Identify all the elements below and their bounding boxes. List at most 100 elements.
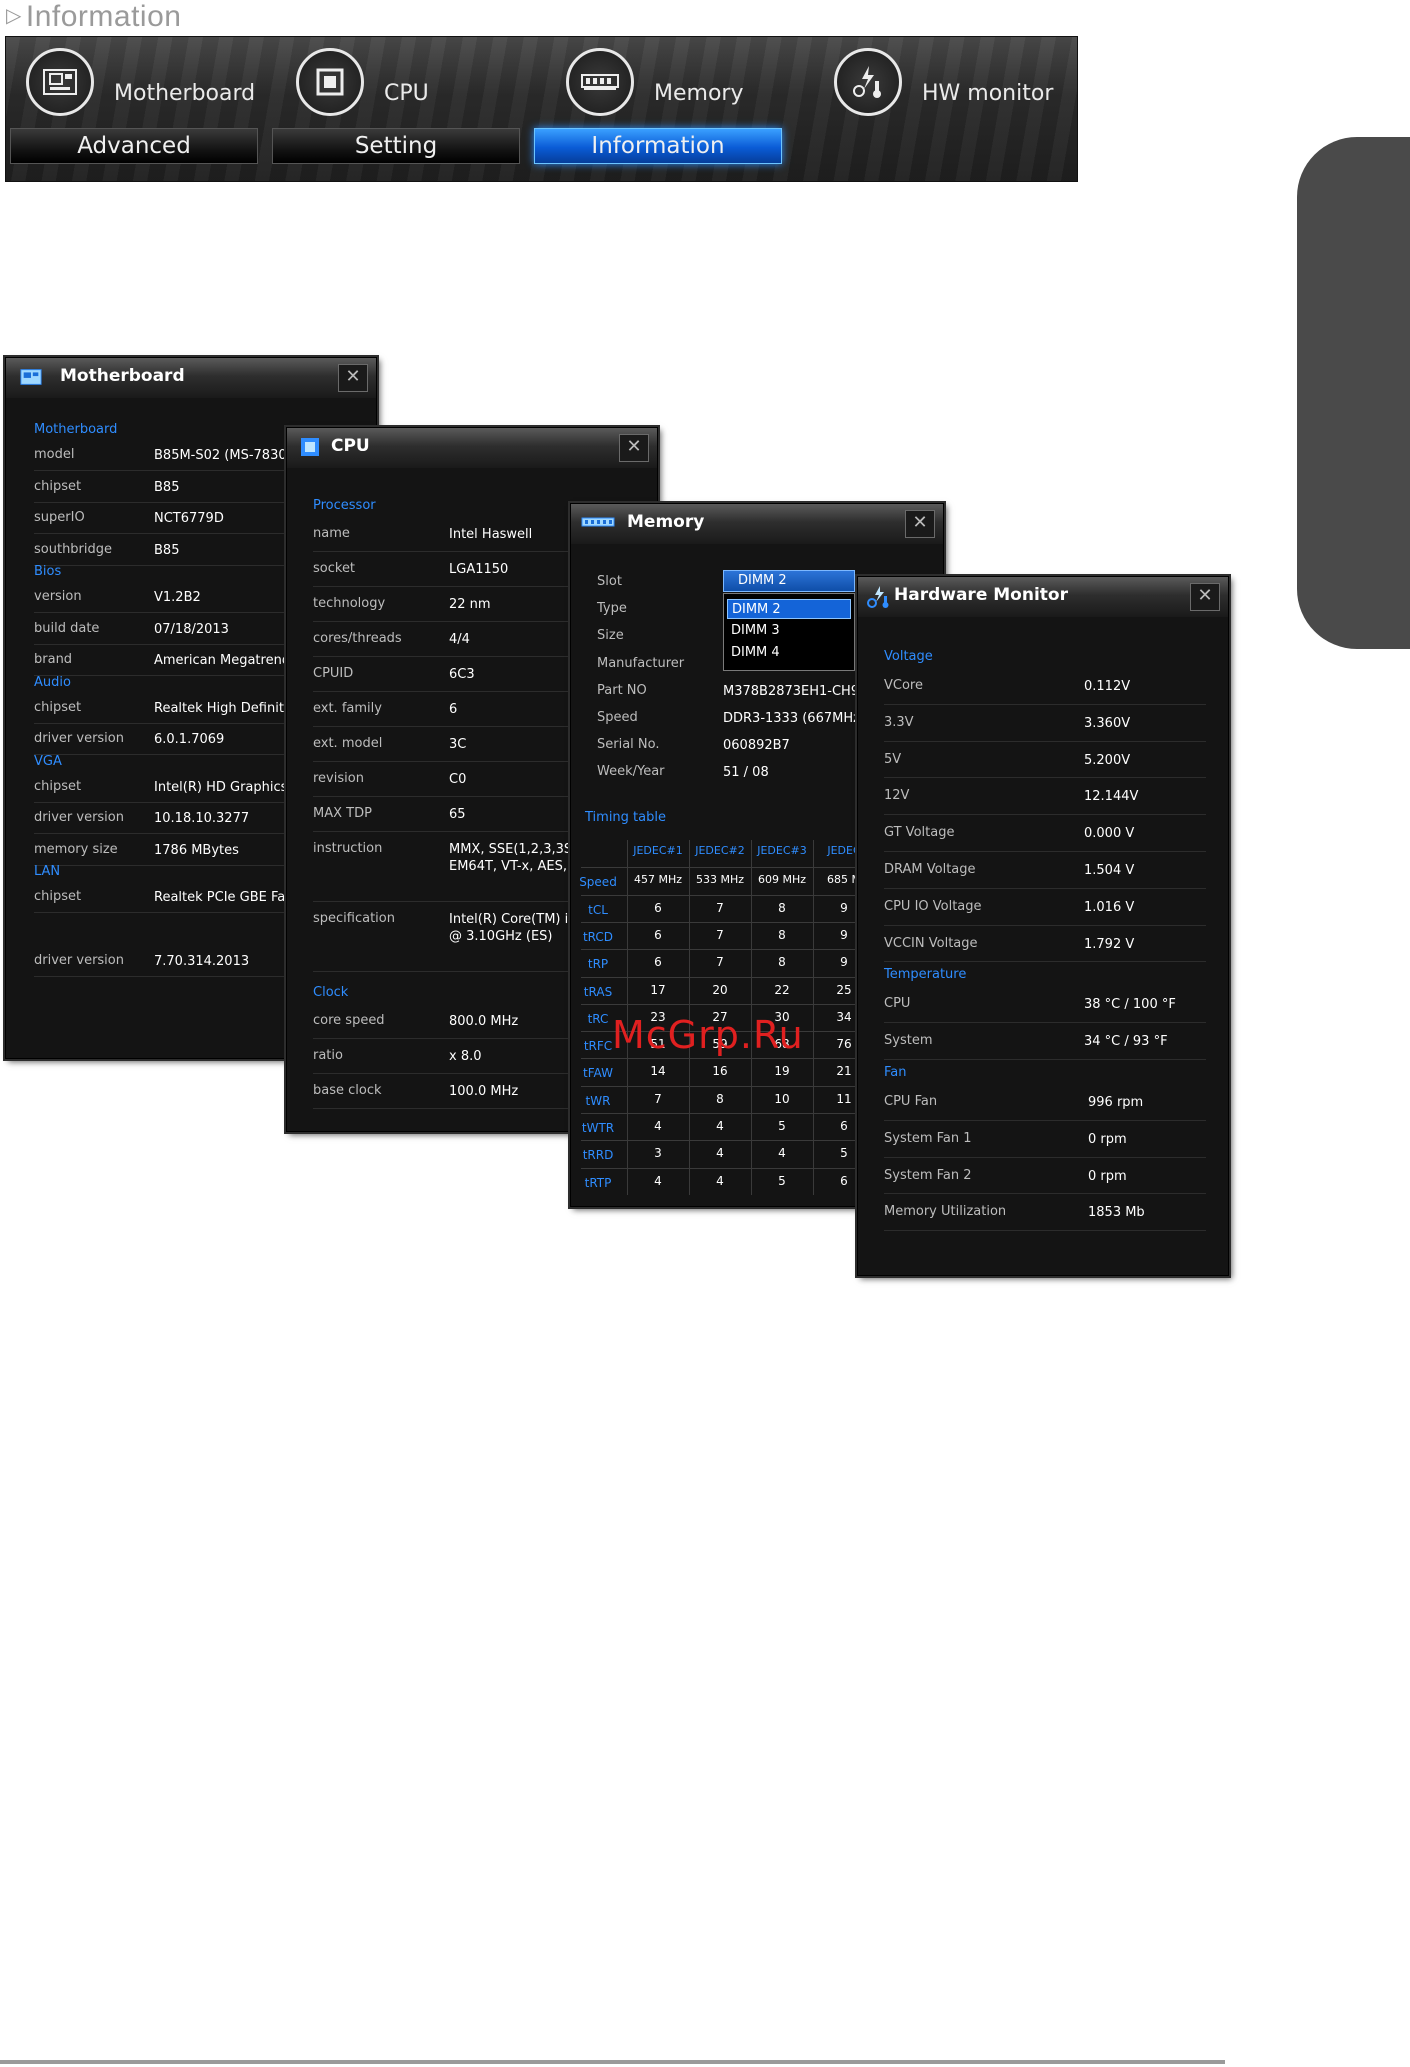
row-value: 0.112V [1084, 679, 1131, 694]
close-icon[interactable]: ✕ [1190, 583, 1220, 611]
row-value: M378B2873EH1-CH9 [723, 683, 860, 699]
motherboard-icon [26, 48, 94, 116]
row-value: Intel(R) HD Graphics 4 [154, 779, 300, 795]
info-row: Week/Year 51 / 08 [597, 758, 877, 785]
topbar-motherboard[interactable]: Motherboard [26, 43, 255, 121]
row-value: 1.792 V [1084, 936, 1135, 952]
timing-row-label: tWTR [581, 1121, 615, 1135]
row-value: 1786 MBytes [154, 842, 239, 858]
row-value: 1.016 V [1084, 899, 1135, 915]
topbar-memory[interactable]: Memory [566, 43, 743, 121]
slot-dropdown[interactable]: DIMM 2 [723, 570, 855, 592]
hw-monitor-panel-title: Hardware Monitor [894, 585, 1068, 605]
timing-cell: 4 [716, 1173, 724, 1188]
row-key: build date [34, 620, 100, 636]
timing-row-line [581, 1085, 875, 1087]
tab-setting-label: Setting [354, 133, 438, 159]
row-value: 1853 Mb [1088, 1205, 1145, 1221]
row-key: System Fan 2 [884, 1167, 972, 1183]
row-key: Type [597, 601, 627, 617]
side-chapter-tab [1297, 137, 1410, 649]
row-value: Intel Haswell [449, 527, 533, 542]
close-icon[interactable]: ✕ [338, 364, 368, 392]
info-row: CPU Fan 996 rpm [884, 1083, 1206, 1121]
topbar-cpu-label: CPU [384, 80, 429, 106]
row-key: driver version [34, 810, 124, 825]
memory-panel-title: Memory [627, 512, 705, 532]
topbar-memory-label: Memory [654, 80, 744, 106]
timing-row-label: tWR [585, 1093, 611, 1108]
timing-cell: 16 [712, 1064, 728, 1079]
tab-setting[interactable]: Setting [272, 128, 520, 164]
row-key: CPUID [313, 666, 354, 681]
row-key: model [34, 447, 75, 462]
row-key: VCore [884, 678, 923, 693]
timing-row-line [581, 1140, 875, 1142]
section-heading: Processor [313, 498, 376, 513]
row-key: ext. family [313, 701, 382, 716]
info-row: Speed DDR3-1333 (667MHz) [597, 704, 877, 731]
slot-option[interactable]: DIMM 3 [727, 621, 851, 641]
info-row: Part NO M378B2873EH1-CH9 [597, 677, 877, 704]
row-key: superIO [34, 510, 85, 525]
topbar-hw-monitor[interactable]: HW monitor [834, 43, 1053, 121]
info-row: CPU IO Voltage 1.016 V [884, 888, 1206, 926]
cpu-panel-title: CPU [331, 436, 370, 456]
row-key: technology [313, 596, 386, 611]
close-icon[interactable]: ✕ [905, 510, 935, 538]
slot-option[interactable]: DIMM 4 [727, 643, 851, 663]
row-value: 5.200V [1084, 752, 1131, 768]
row-key: instruction [313, 841, 383, 856]
row-value: B85M-S02 (MS-7830) [154, 448, 292, 463]
row-value: 6C3 [449, 667, 475, 682]
info-row: VCCIN Voltage 1.792 V [884, 925, 1206, 963]
row-key: System [884, 1033, 933, 1049]
timing-row-line [581, 1113, 875, 1114]
timing-cell: 4 [716, 1119, 724, 1133]
footer-divider [0, 2060, 1225, 2064]
row-key: brand [34, 652, 73, 667]
info-row: System Fan 2 0 rpm [884, 1157, 1206, 1195]
row-key: chipset [34, 889, 82, 904]
row-value: Realtek High Definition [154, 700, 304, 716]
row-key: cores/threads [313, 631, 402, 646]
row-value: B85 [154, 479, 180, 495]
row-key: base clock [313, 1083, 382, 1098]
timing-cell: 7 [716, 900, 724, 915]
row-value: x 8.0 [449, 1049, 482, 1064]
hw-monitor-icon [834, 48, 902, 116]
row-value: 3C [449, 737, 467, 752]
info-row: VCore 0.112V [884, 667, 1206, 705]
topbar-cpu[interactable]: CPU [296, 43, 429, 121]
row-key: CPU IO Voltage [884, 898, 982, 914]
row-value: 4/4 [449, 632, 470, 647]
row-value: DDR3-1333 (667MHz) [723, 711, 866, 726]
row-value: V1.2B2 [154, 590, 201, 605]
close-icon[interactable]: ✕ [619, 434, 649, 462]
timing-cell: 8 [778, 927, 786, 942]
row-key: 3.3V [884, 714, 914, 730]
timing-cell: 19 [774, 1064, 790, 1079]
section-heading: LAN [34, 864, 61, 879]
row-value: 060892B7 [723, 738, 790, 754]
row-key: Part NO [597, 682, 647, 698]
timing-row-label: Speed [579, 875, 617, 890]
row-value: 07/18/2013 [154, 621, 229, 637]
timing-cell: 10 [774, 1091, 790, 1106]
page-title-text: Information [25, 0, 182, 33]
section-heading: Voltage [884, 649, 933, 664]
row-value: B85 [154, 542, 180, 558]
info-row: System 34 °C / 93 °F [884, 1022, 1206, 1060]
row-key: Serial No. [597, 737, 660, 753]
tab-information[interactable]: Information [534, 128, 782, 164]
section-heading: Motherboard [34, 422, 118, 437]
row-value: 7.70.314.2013 [154, 953, 250, 969]
row-key: version [34, 589, 82, 604]
timing-row-line [581, 867, 875, 869]
row-value: 1.504 V [1084, 863, 1135, 878]
timing-cell: 8 [716, 1091, 724, 1106]
motherboard-icon [20, 368, 42, 386]
slot-option[interactable]: DIMM 2 [727, 599, 851, 619]
tab-advanced[interactable]: Advanced [10, 128, 258, 164]
row-value: NCT6779D [154, 511, 224, 526]
